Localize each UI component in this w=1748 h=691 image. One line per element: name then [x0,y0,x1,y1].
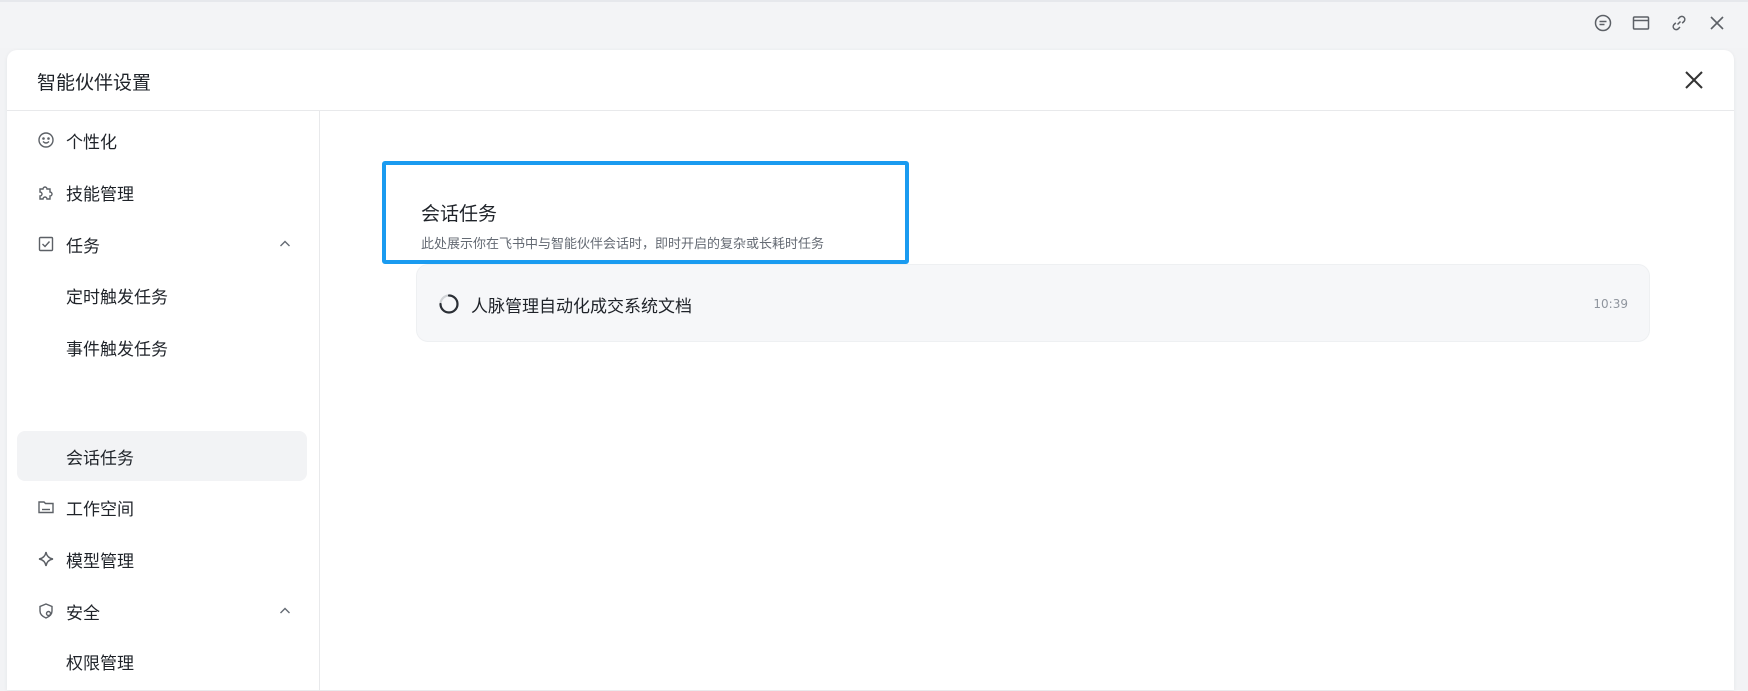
sidebar-item-tasks[interactable]: 任务 [17,220,307,268]
section-header: 会话任务 此处展示你在飞书中与智能伙伴会话时，即时开启的复杂或长耗时任务 [382,161,909,264]
chat-bubble-icon[interactable] [1592,12,1614,34]
sidebar-item-conversation-tasks[interactable]: 会话任务 [17,431,307,481]
window-topbar [0,0,1748,48]
sidebar-item-label: 模型管理 [66,551,134,572]
sidebar-item-label: 事件触发任务 [66,339,168,360]
task-time: 10:39 [1593,297,1628,311]
loading-spinner-icon [439,294,459,314]
main-content: 会话任务 此处展示你在飞书中与智能伙伴会话时，即时开启的复杂或长耗时任务 人脉管… [320,111,1734,691]
dialog-title: 智能伙伴设置 [37,72,152,94]
section-title: 会话任务 [421,203,498,225]
sparkle-icon [36,549,56,569]
task-card[interactable]: 人脉管理自动化成交系统文档 10:39 [416,264,1650,342]
sidebar-item-label: 任务 [66,236,100,257]
settings-dialog: 智能伙伴设置 个性化 技能管理 任务 定时触发任务 事件触发任务 会话任务 工作… [7,50,1734,691]
sidebar-item-personalization[interactable]: 个性化 [17,116,307,164]
window-controls [1592,12,1728,34]
sidebar-item-models[interactable]: 模型管理 [17,535,307,583]
dialog-close-button[interactable] [1681,67,1707,93]
link-icon[interactable] [1668,12,1690,34]
sidebar-item-label: 会话任务 [66,448,134,469]
sidebar-item-workspace[interactable]: 工作空间 [17,483,307,531]
sidebar-item-label: 个性化 [66,132,117,153]
puzzle-icon [36,182,56,202]
task-check-icon [36,234,56,254]
sidebar-item-scheduled-tasks[interactable]: 定时触发任务 [17,271,307,319]
settings-sidebar: 个性化 技能管理 任务 定时触发任务 事件触发任务 会话任务 工作空间 模型管理… [7,111,320,691]
sidebar-item-security[interactable]: 安全 [17,587,307,635]
sidebar-item-skills[interactable]: 技能管理 [17,168,307,216]
sidebar-item-label: 工作空间 [66,499,134,520]
chevron-up-icon[interactable] [277,236,293,252]
close-icon[interactable] [1706,12,1728,34]
sidebar-item-event-tasks[interactable]: 事件触发任务 [17,323,307,371]
sidebar-item-label: 定时触发任务 [66,287,168,308]
task-name: 人脉管理自动化成交系统文档 [471,297,692,317]
shield-gear-icon [36,601,56,621]
sidebar-item-label: 技能管理 [66,184,134,205]
chevron-up-icon[interactable] [277,603,293,619]
sidebar-item-label: 安全 [66,603,100,624]
folder-icon [36,497,56,517]
dialog-header: 智能伙伴设置 [7,50,1734,111]
smiley-icon [36,130,56,150]
sidebar-item-label: 权限管理 [66,653,134,674]
window-icon[interactable] [1630,12,1652,34]
section-description: 此处展示你在飞书中与智能伙伴会话时，即时开启的复杂或长耗时任务 [421,237,825,252]
